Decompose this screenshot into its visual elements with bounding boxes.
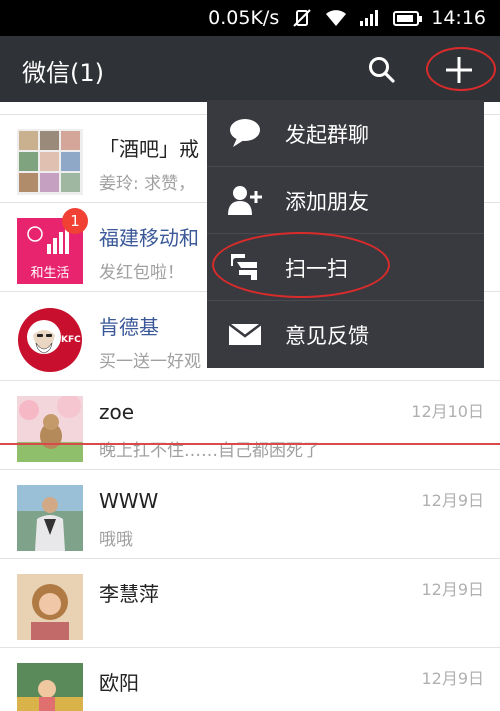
chat-time: 12月10日: [411, 402, 484, 421]
unread-badge: 1: [62, 208, 88, 234]
chat-row[interactable]: WWW 12月9日 哦哦: [0, 471, 500, 559]
menu-item-add-friend[interactable]: 添加朋友: [207, 167, 484, 234]
search-icon: [369, 57, 395, 83]
avatar-label: 和生活: [30, 266, 70, 281]
chat-name: 福建移动和: [99, 226, 199, 250]
battery-icon: [393, 10, 423, 26]
menu-item-scan[interactable]: 扫一扫: [207, 234, 484, 301]
page-title: 微信(1): [22, 59, 104, 87]
user-avatar: [17, 663, 83, 711]
clock: 14:16: [431, 7, 486, 29]
menu-item-feedback[interactable]: 意见反馈: [207, 301, 484, 368]
add-dropdown-menu: 发起群聊 添加朋友 扫一扫 意见反馈: [207, 100, 484, 368]
network-speed: 0.05K/s: [208, 7, 280, 29]
vibrate-off-icon: [291, 8, 313, 28]
wifi-icon: [325, 9, 347, 27]
chat-preview: 晚上扛不住……自己都困死了: [99, 441, 320, 461]
chat-name: zoe: [99, 400, 135, 424]
title-bar: 微信(1): [0, 36, 500, 102]
chat-preview: 姜玲: 求赞，: [99, 174, 196, 194]
chat-name: 李慧萍: [99, 582, 159, 606]
chat-preview: 哦哦: [99, 530, 133, 550]
chat-name: 「酒吧」戒: [99, 137, 199, 161]
avatar-label: KFC: [61, 335, 81, 345]
chat-preview: 买一送一好观: [99, 352, 201, 372]
envelope-icon: [227, 317, 263, 351]
menu-item-label: 扫一扫: [285, 257, 348, 281]
user-avatar: [17, 574, 83, 640]
add-menu-button[interactable]: [440, 52, 478, 88]
menu-item-label: 意见反馈: [285, 324, 369, 348]
chat-row[interactable]: 欧阳 12月9日: [0, 649, 500, 711]
menu-item-label: 发起群聊: [285, 123, 369, 147]
scan-icon: [227, 250, 263, 284]
chat-bubble-icon: [227, 116, 263, 150]
annotation-line: [0, 443, 500, 445]
chat-name: WWW: [99, 489, 159, 513]
chat-row[interactable]: 李慧萍 12月9日: [0, 560, 500, 648]
kfc-avatar: KFC: [17, 307, 83, 373]
signal-icon: [359, 9, 381, 27]
chat-preview: 发红包啦！: [99, 263, 184, 283]
status-bar: 0.05K/s 14:16: [0, 0, 500, 36]
plus-icon: [446, 57, 472, 83]
user-avatar: [17, 396, 83, 462]
chat-name: 肯德基: [99, 315, 159, 339]
chat-time: 12月9日: [421, 669, 484, 688]
chat-time: 12月9日: [421, 491, 484, 510]
chat-time: 12月9日: [421, 580, 484, 599]
add-user-icon: [227, 183, 263, 217]
user-avatar: [17, 485, 83, 551]
menu-item-label: 添加朋友: [285, 190, 369, 214]
group-avatar: [17, 129, 83, 195]
chat-name: 欧阳: [99, 671, 139, 695]
menu-item-group-chat[interactable]: 发起群聊: [207, 100, 484, 167]
search-button[interactable]: [366, 54, 398, 86]
chat-row[interactable]: zoe 12月10日 晚上扛不住……自己都困死了: [0, 382, 500, 470]
